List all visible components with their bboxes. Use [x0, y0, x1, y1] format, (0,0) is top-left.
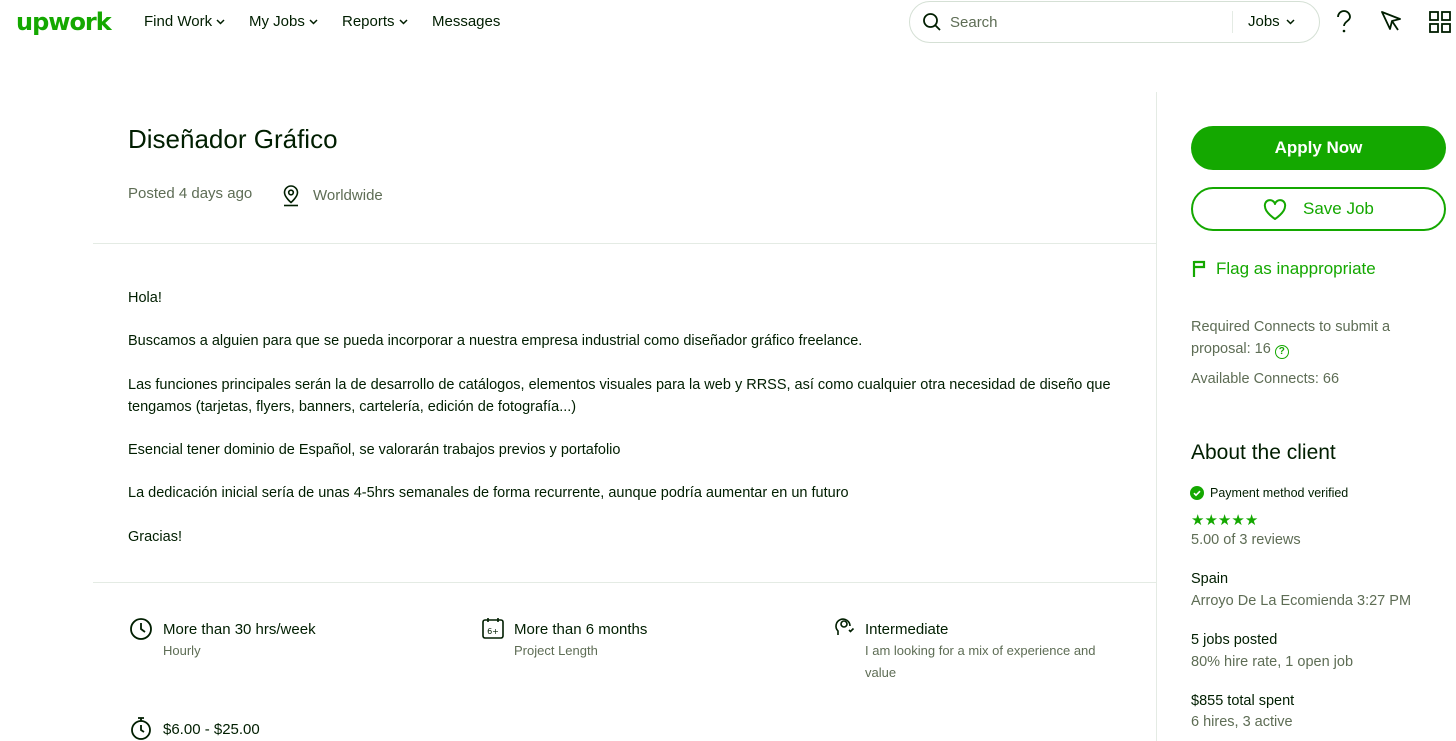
section-divider	[93, 582, 1156, 583]
clock-icon	[130, 618, 152, 640]
location-pin-icon	[283, 185, 299, 207]
experience-level-icon	[835, 618, 855, 635]
required-connects-text: Required Connects to submit a proposal: …	[1191, 319, 1391, 357]
chevron-down-icon	[216, 18, 225, 25]
chevron-down-icon	[399, 18, 408, 25]
job-title: Diseñador Gráfico	[128, 124, 338, 154]
client-country: Spain	[1191, 571, 1229, 587]
top-navigation-bar: upwork Find Work My Jobs Reports Message…	[0, 0, 1456, 44]
hire-rate: 80% hire rate, 1 open job	[1191, 654, 1354, 670]
nav-reports-label: Reports	[342, 13, 395, 30]
calendar-badge: 6+	[487, 627, 499, 636]
section-divider	[93, 243, 1156, 244]
nav-my-jobs[interactable]: My Jobs	[249, 13, 318, 30]
job-location: Worldwide	[313, 187, 383, 204]
rating-stars: ★★★★★	[1191, 511, 1258, 529]
experience-subtitle: I am looking for a mix of experience and…	[865, 643, 1096, 680]
verified-check-icon	[1190, 486, 1204, 500]
search-bar: Jobs	[909, 1, 1320, 43]
search-icon[interactable]	[922, 12, 942, 32]
help-icon[interactable]	[1335, 10, 1353, 34]
nav-my-jobs-label: My Jobs	[249, 13, 305, 30]
search-input[interactable]	[950, 11, 1220, 33]
save-job-button[interactable]: Save Job	[1191, 187, 1446, 231]
payment-verified: Payment method verified	[1190, 486, 1348, 500]
total-spent: $855 total spent	[1191, 693, 1295, 709]
direct-contracts-icon[interactable]	[1380, 10, 1402, 34]
star-icon: ★	[1244, 512, 1259, 529]
star-icon: ★	[1191, 512, 1205, 529]
reviews-summary: 5.00 of 3 reviews	[1191, 532, 1301, 548]
posted-time: Posted 4 days ago	[128, 185, 253, 202]
chevron-down-icon	[309, 18, 318, 25]
experience-title: Intermediate	[865, 621, 949, 638]
apps-grid-icon[interactable]	[1428, 10, 1452, 34]
hires-summary: 6 hires, 3 active	[1191, 714, 1293, 730]
about-client-heading: About the client	[1191, 441, 1336, 464]
heart-icon	[1263, 199, 1287, 220]
description-paragraph: Gracias!	[128, 529, 182, 545]
flag-label: Flag as inappropriate	[1216, 259, 1376, 278]
description-paragraph: Hola!	[128, 290, 162, 306]
description-paragraph: Esencial tener dominio de Español, se va…	[128, 442, 621, 458]
sidebar-divider	[1156, 92, 1157, 741]
calendar-icon: 6+	[482, 618, 504, 639]
workload-title: More than 30 hrs/week	[163, 621, 316, 638]
description-paragraph: Las funciones principales serán la de de…	[128, 377, 1111, 415]
available-connects: Available Connects: 66	[1191, 371, 1340, 387]
nav-reports[interactable]: Reports	[342, 13, 408, 30]
star-icon: ★	[1204, 512, 1218, 529]
apply-now-button[interactable]: Apply Now	[1191, 126, 1446, 170]
description-paragraph: La dedicación inicial sería de unas 4-5h…	[128, 485, 849, 501]
workload-subtitle: Hourly	[163, 643, 201, 658]
search-divider	[1232, 11, 1233, 33]
hourly-rate: $6.00 - $25.00	[163, 721, 260, 738]
star-icon: ★	[1217, 512, 1232, 529]
timer-icon	[131, 717, 151, 740]
nav-find-work[interactable]: Find Work	[144, 13, 225, 30]
search-scope-dropdown[interactable]: Jobs	[1248, 13, 1295, 30]
upwork-logo[interactable]: upwork	[16, 8, 112, 36]
jobs-posted: 5 jobs posted	[1191, 632, 1278, 648]
duration-title: More than 6 months	[514, 621, 648, 638]
question-mark-icon[interactable]: ?	[1274, 345, 1289, 359]
flag-inappropriate-link[interactable]: Flag as inappropriate	[1192, 259, 1376, 279]
nav-messages-label: Messages	[432, 13, 501, 30]
duration-subtitle: Project Length	[514, 643, 598, 658]
payment-verified-label: Payment method verified	[1210, 486, 1349, 500]
search-scope-label: Jobs	[1248, 13, 1280, 30]
chevron-down-icon	[1286, 18, 1295, 25]
required-connects: Required Connects to submit a proposal: …	[1191, 316, 1431, 360]
nav-find-work-label: Find Work	[144, 13, 213, 30]
flag-icon	[1192, 260, 1206, 277]
nav-messages[interactable]: Messages	[432, 13, 500, 30]
star-icon: ★	[1231, 512, 1245, 529]
description-paragraph: Buscamos a alguien para que se pueda inc…	[128, 333, 863, 349]
client-city-time: Arroyo De La Ecomienda 3:27 PM	[1191, 593, 1412, 609]
save-job-label: Save Job	[1303, 199, 1374, 218]
